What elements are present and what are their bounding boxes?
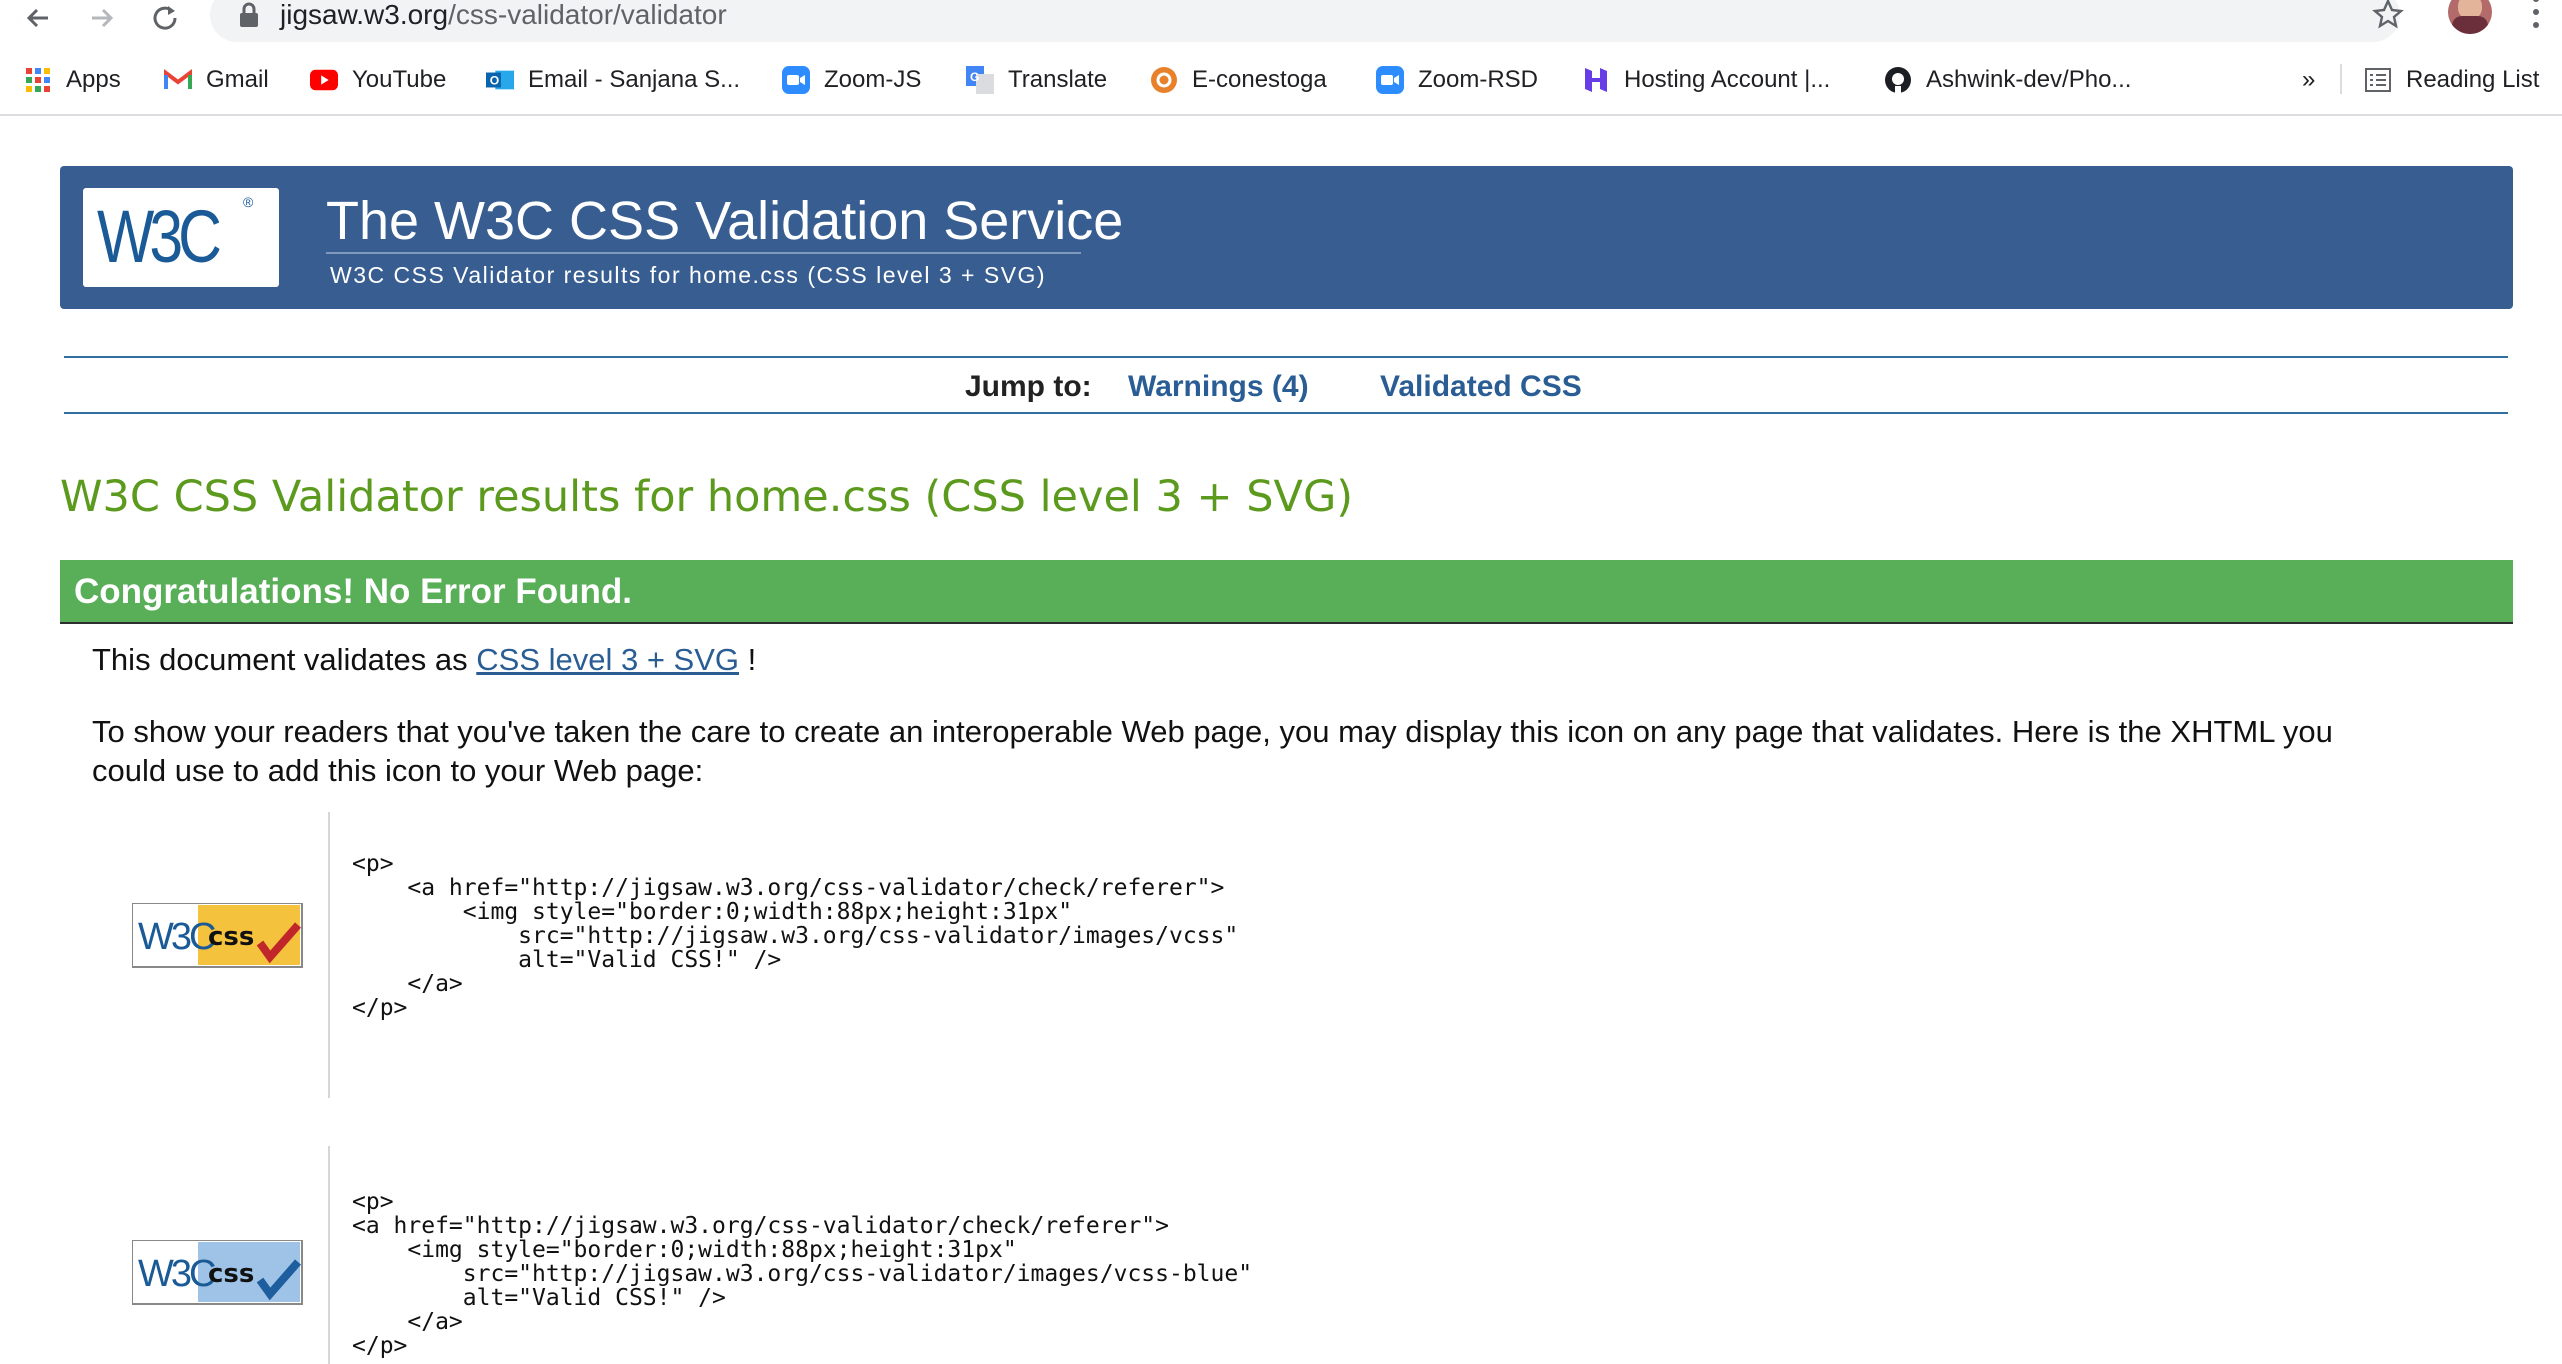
menu-kebab-icon[interactable] [2530,0,2542,34]
validated-css-link[interactable]: Validated CSS [1380,370,1582,404]
jump-rule-bottom [64,412,2508,414]
valid-css-blue-badge: W3C css [131,1239,304,1306]
econestoga-icon [1150,66,1178,94]
bookmark-translate[interactable]: G Translate [966,62,1107,98]
page-subtitle: W3C CSS Validator results for home.css (… [330,262,1047,288]
apps-grid-icon [24,66,52,94]
toolbar-divider [0,114,2562,116]
bookmarks-overflow-button[interactable]: » [2302,62,2315,98]
snippet-divider [328,812,330,1098]
jump-to-label: Jump to: [965,370,1092,403]
svg-text:O: O [490,74,499,88]
hostinger-icon [1582,66,1610,94]
reading-list-label: Reading List [2406,66,2540,93]
page-title: The W3C CSS Validation Service [326,191,1124,251]
translate-icon: G [966,66,994,94]
results-heading: W3C CSS Validator results for home.css (… [60,472,1354,522]
code-snippet: <p> <a href="http://jigsaw.w3.org/css-va… [352,1189,1253,1359]
bookmark-label: Apps [66,66,121,93]
bookmark-email[interactable]: O Email - Sanjana S... [486,62,740,98]
valid-css-badge: W3C css [131,902,304,969]
badge-css-text: css [208,1259,254,1289]
logo-text: W3C [97,195,222,278]
congratulations-text: Congratulations! No Error Found. [74,572,633,611]
url-host: jigsaw.w3.org [280,0,449,30]
badge-css-text: css [208,922,254,952]
reading-list-icon [2364,66,2392,94]
logo-registered: ® [243,194,254,210]
validates-paragraph: This document validates as CSS level 3 +… [92,642,756,678]
validates-prefix: This document validates as [92,642,468,677]
forward-arrow-icon [92,8,114,28]
bookmark-label: Zoom-JS [824,66,922,93]
back-arrow-icon [26,8,48,28]
browser-toolbar: jigsaw.w3.org/css-validator/validator [0,0,2562,50]
code-snippet: <p> <a href="http://jigsaw.w3.org/css-va… [352,851,1239,1021]
bookmark-label: Translate [1008,66,1108,93]
back-button[interactable] [20,2,56,38]
zoom-icon [782,66,810,94]
bookmark-zoom-rsd[interactable]: Zoom-RSD [1376,62,1538,98]
profile-avatar[interactable] [2448,0,2492,34]
reading-list-button[interactable]: Reading List [2364,62,2539,98]
title-underline [326,252,1081,254]
github-icon [1884,66,1912,94]
url-path: /css-validator/validator [448,0,727,30]
bookmark-star-icon[interactable] [2372,0,2404,30]
badge-w3c-text: W3C [138,1253,215,1295]
congratulations-bar: Congratulations! No Error Found. [60,560,2513,624]
jump-rule-top [64,356,2508,358]
svg-text:G: G [970,70,979,84]
bookmark-youtube[interactable]: YouTube [310,62,446,98]
snippet-divider [328,1146,330,1364]
bookmark-github[interactable]: Ashwink-dev/Pho... [1884,62,2131,98]
bookmark-label: Zoom-RSD [1418,66,1539,93]
overflow-chevron-icon: » [2302,66,2316,93]
bookmark-apps[interactable]: Apps [24,62,121,98]
reload-button[interactable] [148,2,184,38]
bookmark-label: Ashwink-dev/Pho... [1926,66,2132,93]
reload-icon [153,6,177,30]
bookmark-label: YouTube [352,66,447,93]
badge-w3c-text: W3C [138,916,215,958]
validates-suffix: ! [747,642,757,677]
bookmark-zoom-js[interactable]: Zoom-JS [782,62,921,98]
bookmark-econestoga[interactable]: E-conestoga [1150,62,1327,98]
bookmarks-divider [2340,64,2342,94]
warnings-link[interactable]: Warnings (4) [1128,370,1309,404]
bookmark-label: E-conestoga [1192,66,1327,93]
forward-button[interactable] [84,2,120,38]
zoom-icon [1376,66,1404,94]
bookmark-gmail[interactable]: Gmail [164,62,269,98]
url-text[interactable]: jigsaw.w3.org/css-validator/validator [280,0,727,31]
bookmark-label: Hosting Account |... [1624,66,1831,93]
bookmark-hosting[interactable]: Hosting Account |... [1582,62,1830,98]
bookmark-label: Email - Sanjana S... [528,66,741,93]
icon-info-line-2: could use to add this icon to your Web p… [92,753,704,788]
youtube-icon [310,66,338,94]
lock-icon [240,2,258,27]
gmail-icon [164,66,192,94]
outlook-icon: O [486,66,514,94]
css-level-link[interactable]: CSS level 3 + SVG [476,642,739,677]
bookmark-label: Gmail [206,66,269,93]
icon-info-line-1: To show your readers that you've taken t… [92,714,2333,749]
w3c-logo[interactable]: W3C ® [83,188,279,287]
